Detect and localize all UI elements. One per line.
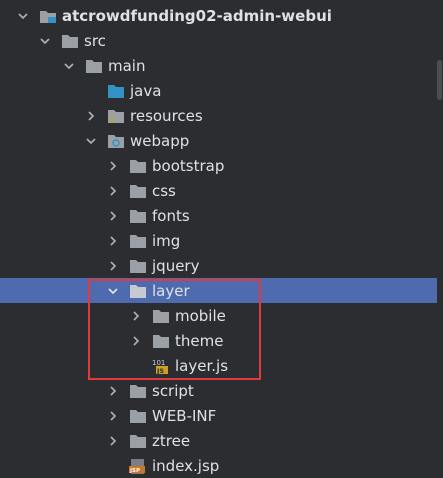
tree-item-index-jsp[interactable]: JSP index.jsp (0, 453, 443, 478)
tree-item-label: java (130, 81, 162, 100)
chevron-right-icon[interactable] (106, 159, 120, 173)
chevron-down-icon[interactable] (84, 134, 98, 148)
vertical-scrollbar[interactable] (437, 0, 443, 473)
chevron-right-icon[interactable] (106, 259, 120, 273)
tree-item-img[interactable]: img (0, 228, 443, 253)
jsp-file-icon: JSP (128, 457, 148, 475)
folder-icon (128, 382, 148, 400)
folder-icon (151, 332, 171, 350)
chevron-right-icon[interactable] (84, 109, 98, 123)
folder-icon (128, 157, 148, 175)
chevron-right-icon[interactable] (129, 334, 143, 348)
folder-icon (128, 432, 148, 450)
tree-item-label: resources (130, 106, 203, 125)
module-folder-icon (38, 7, 58, 25)
tree-item-layer-js[interactable]: 101 JS layer.js (0, 353, 443, 378)
tree-item-ztree[interactable]: ztree (0, 428, 443, 453)
javascript-file-icon: 101 JS (151, 357, 171, 375)
chevron-right-icon[interactable] (106, 209, 120, 223)
tree-item-label: index.jsp (152, 456, 220, 475)
tree-item-label: script (152, 381, 194, 400)
tree-item-label: atcrowdfunding02-admin-webui (62, 6, 332, 25)
tree-item-css[interactable]: css (0, 178, 443, 203)
folder-icon (151, 307, 171, 325)
tree-item-root[interactable]: atcrowdfunding02-admin-webui (0, 3, 443, 28)
chevron-right-icon[interactable] (106, 384, 120, 398)
tree-item-label: main (108, 56, 146, 75)
tree-item-label: webapp (130, 131, 190, 150)
folder-icon (128, 282, 148, 300)
tree-item-webapp[interactable]: webapp (0, 128, 443, 153)
resources-folder-icon (106, 107, 126, 125)
tree-item-src[interactable]: src (0, 28, 443, 53)
tree-item-mobile[interactable]: mobile (0, 303, 443, 328)
svg-text:JS: JS (156, 367, 164, 375)
chevron-right-icon[interactable] (106, 184, 120, 198)
tree-item-label: WEB-INF (152, 406, 217, 425)
project-tree: atcrowdfunding02-admin-webui src main ja… (0, 0, 443, 475)
tree-item-resources[interactable]: resources (0, 103, 443, 128)
folder-icon (128, 232, 148, 250)
tree-item-label: img (152, 231, 181, 250)
chevron-right-icon[interactable] (106, 434, 120, 448)
tree-item-fonts[interactable]: fonts (0, 203, 443, 228)
chevron-down-icon[interactable] (62, 59, 76, 73)
scrollbar-thumb[interactable] (437, 60, 442, 100)
chevron-right-icon[interactable] (129, 309, 143, 323)
chevron-down-icon[interactable] (16, 9, 30, 23)
folder-icon (128, 407, 148, 425)
chevron-down-icon[interactable] (38, 34, 52, 48)
chevron-right-icon[interactable] (106, 409, 120, 423)
folder-icon (128, 257, 148, 275)
tree-item-theme[interactable]: theme (0, 328, 443, 353)
tree-item-label: theme (175, 331, 224, 350)
tree-item-script[interactable]: script (0, 378, 443, 403)
tree-item-web-inf[interactable]: WEB-INF (0, 403, 443, 428)
tree-item-label: mobile (175, 306, 226, 325)
folder-icon (128, 207, 148, 225)
tree-item-label: layer (152, 281, 190, 300)
folder-icon (60, 32, 80, 50)
tree-item-layer[interactable]: layer (0, 278, 443, 303)
source-folder-icon (106, 82, 126, 100)
web-folder-icon (106, 132, 126, 150)
tree-item-label: layer.js (175, 356, 229, 375)
chevron-right-icon[interactable] (106, 234, 120, 248)
folder-icon (128, 182, 148, 200)
svg-text:101: 101 (152, 359, 165, 367)
tree-item-label: css (152, 181, 176, 200)
tree-item-label: src (84, 31, 106, 50)
tree-item-label: fonts (152, 206, 190, 225)
folder-icon (84, 57, 104, 75)
tree-item-java[interactable]: java (0, 78, 443, 103)
tree-item-jquery[interactable]: jquery (0, 253, 443, 278)
chevron-down-icon[interactable] (106, 284, 120, 298)
tree-item-main[interactable]: main (0, 53, 443, 78)
tree-item-label: jquery (152, 256, 200, 275)
tree-item-label: bootstrap (152, 156, 225, 175)
tree-item-label: ztree (152, 431, 191, 450)
tree-item-bootstrap[interactable]: bootstrap (0, 153, 443, 178)
